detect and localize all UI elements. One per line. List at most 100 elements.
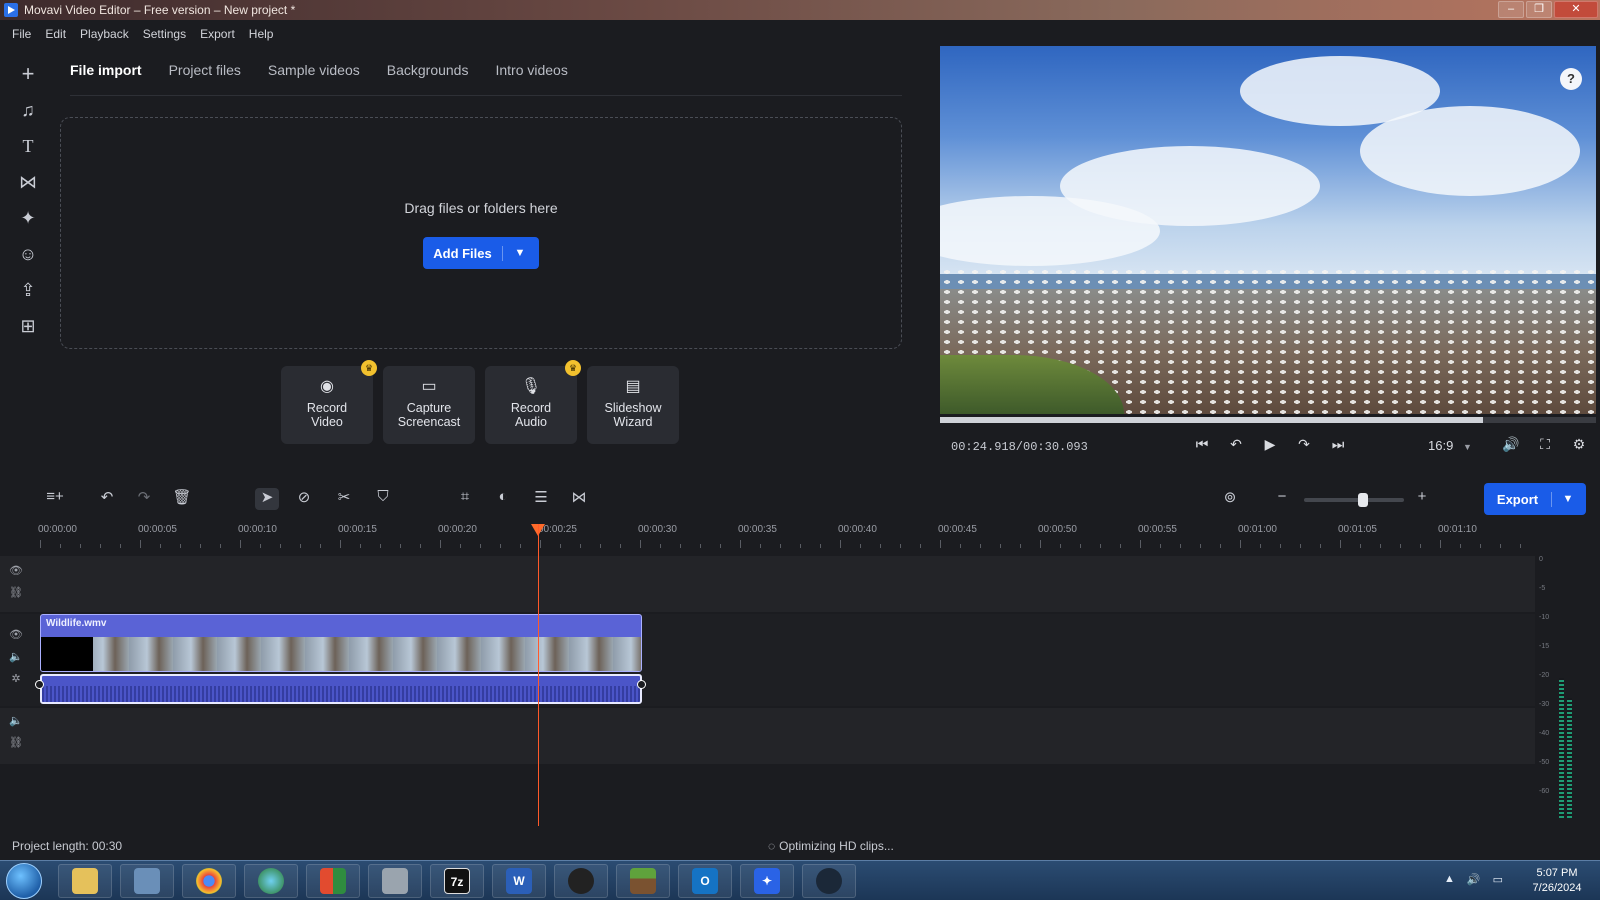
taskbar-computer[interactable] xyxy=(120,864,174,898)
taskbar-obs[interactable] xyxy=(554,864,608,898)
menu-help[interactable]: Help xyxy=(249,27,274,41)
magic-wand-icon[interactable]: ✦ xyxy=(10,200,46,236)
clip-trim-handle-right[interactable] xyxy=(636,680,646,689)
plus-icon[interactable]: + xyxy=(10,56,46,92)
video-clip[interactable]: Wildlife.wmv xyxy=(40,614,642,672)
step-back-icon[interactable]: ↶ xyxy=(1219,436,1253,456)
clip-trim-handle-left[interactable] xyxy=(35,680,44,689)
menu-settings[interactable]: Settings xyxy=(143,27,186,41)
menu-file[interactable]: File xyxy=(12,27,31,41)
export-share-icon[interactable]: ⇪ xyxy=(10,272,46,308)
zoom-out-icon[interactable]: − xyxy=(1270,488,1294,510)
ruler-tick-label: 00:00:30 xyxy=(638,524,677,535)
mute-icon[interactable]: ✲ xyxy=(6,672,26,685)
ripple-icon[interactable]: ⊘ xyxy=(292,488,316,510)
clock[interactable]: 5:07 PM 7/26/2024 xyxy=(1522,866,1592,896)
close-button[interactable]: ✕ xyxy=(1554,1,1598,18)
ruler-tick xyxy=(380,544,381,548)
link-icon[interactable]: ⛓ xyxy=(6,736,26,749)
add-track-icon[interactable]: ≡+ xyxy=(43,488,67,510)
chevron-down-icon[interactable]: ▼ xyxy=(503,247,537,259)
aspect-ratio-select[interactable]: 16:9 ▼ xyxy=(1428,438,1472,453)
trash-icon[interactable]: 🗑 xyxy=(170,488,194,510)
step-forward-icon[interactable]: ↷ xyxy=(1287,436,1321,456)
slideshow-wizard-button[interactable]: ▤ Slideshow Wizard xyxy=(587,366,679,444)
minimize-button[interactable]: – xyxy=(1498,1,1524,18)
taskbar-word[interactable]: W xyxy=(492,864,546,898)
start-button[interactable] xyxy=(6,863,42,899)
ruler-tick-label: 00:00:35 xyxy=(738,524,777,535)
eye-icon[interactable]: 👁 xyxy=(6,564,26,577)
more-tools-icon[interactable]: ⊞ xyxy=(10,308,46,344)
tab-intro-videos[interactable]: Intro videos xyxy=(495,62,567,84)
tray-expand-icon[interactable]: ▲ xyxy=(1444,873,1455,886)
text-icon[interactable]: T xyxy=(10,128,46,164)
taskbar-steam[interactable] xyxy=(802,864,856,898)
add-files-button[interactable]: Add Files ▼ xyxy=(423,237,539,269)
menu-export[interactable]: Export xyxy=(200,27,235,41)
color-adjust-icon[interactable]: ◐ xyxy=(491,488,515,510)
link-icon[interactable]: ⛓ xyxy=(6,586,26,599)
volume-icon[interactable]: 🔈 xyxy=(6,714,26,727)
menu-edit[interactable]: Edit xyxy=(45,27,66,41)
video-preview[interactable]: ? xyxy=(940,46,1596,414)
title-bar: Movavi Video Editor – Free version – New… xyxy=(0,0,1600,20)
transition-icon[interactable]: ⋈ xyxy=(10,164,46,200)
audio-clip[interactable] xyxy=(40,674,642,704)
record-audio-button[interactable]: 🎙 Record Audio ♛ xyxy=(485,360,581,444)
skip-end-icon[interactable]: ⏭ xyxy=(1321,436,1355,456)
preview-progress-bar[interactable] xyxy=(940,417,1596,423)
maximize-button[interactable]: ❐ xyxy=(1526,1,1552,18)
sticker-icon[interactable]: ☺ xyxy=(10,236,46,272)
zoom-in-icon[interactable]: + xyxy=(1410,488,1434,510)
taskbar-outlook[interactable]: O xyxy=(678,864,732,898)
timeline-ruler[interactable]: 00:00:00 00:00:05 00:00:10 00:00:15 00:00:20… xyxy=(0,524,1535,548)
chevron-down-icon[interactable]: ▼ xyxy=(1552,493,1584,505)
tab-backgrounds[interactable]: Backgrounds xyxy=(387,62,469,84)
menu-playback[interactable]: Playback xyxy=(80,27,129,41)
taskbar-network[interactable] xyxy=(368,864,422,898)
taskbar-explorer[interactable] xyxy=(58,864,112,898)
volume-icon[interactable]: 🔈 xyxy=(6,650,26,663)
tab-sample-videos[interactable]: Sample videos xyxy=(268,62,360,84)
taskbar-7zip[interactable]: 7z xyxy=(430,864,484,898)
tab-file-import[interactable]: File import xyxy=(70,62,142,84)
select-tool-icon[interactable]: ➤ xyxy=(255,488,279,510)
tab-project-files[interactable]: Project files xyxy=(169,62,241,84)
redo-icon[interactable]: ↷ xyxy=(132,488,156,510)
gear-icon[interactable]: ⚙ xyxy=(1562,436,1596,456)
ruler-tick xyxy=(1360,544,1361,548)
playhead[interactable] xyxy=(538,524,540,826)
undo-icon[interactable]: ↶ xyxy=(95,488,119,510)
taskbar-minecraft[interactable] xyxy=(616,864,670,898)
fullscreen-icon[interactable]: ⛶ xyxy=(1528,436,1562,456)
taskbar-browser[interactable] xyxy=(244,864,298,898)
meter-scale-label: -20 xyxy=(1539,672,1550,679)
zoom-slider-knob[interactable] xyxy=(1358,493,1368,507)
network-tray-icon[interactable]: ▭ xyxy=(1493,873,1503,886)
scissors-icon[interactable]: ✂ xyxy=(332,488,356,510)
crop-icon[interactable]: ⌗ xyxy=(453,488,477,510)
music-note-icon[interactable]: ♫ xyxy=(10,92,46,128)
shield-icon[interactable]: ⛉ xyxy=(371,488,395,510)
sliders-icon[interactable]: ☰ xyxy=(529,488,553,510)
capture-screencast-button[interactable]: ▭ Capture Screencast xyxy=(383,366,475,444)
transition-icon[interactable]: ⋈ xyxy=(567,488,591,510)
file-drop-zone[interactable]: Drag files or folders here Add Files ▼ xyxy=(60,117,902,349)
taskbar-movavi[interactable]: ✦ xyxy=(740,864,794,898)
meter-scale-label: 0 xyxy=(1539,556,1543,563)
record-video-button[interactable]: ◉ Record Video ♛ xyxy=(281,360,377,444)
taskbar-chrome[interactable] xyxy=(182,864,236,898)
question-icon[interactable]: ? xyxy=(1560,68,1582,90)
volume-icon[interactable]: 🔊 xyxy=(1494,436,1528,456)
skip-start-icon[interactable]: ⏮ xyxy=(1185,436,1219,456)
export-button[interactable]: Export ▼ xyxy=(1484,483,1586,515)
marker-icon[interactable]: ⊚ xyxy=(1218,488,1242,510)
zoom-slider[interactable] xyxy=(1304,493,1404,507)
steam-icon xyxy=(816,868,842,894)
eye-icon[interactable]: 👁 xyxy=(6,628,26,641)
speaker-icon[interactable]: 🔊 xyxy=(1467,873,1481,886)
taskbar-office[interactable] xyxy=(306,864,360,898)
play-icon[interactable]: ▶ xyxy=(1253,436,1287,456)
ruler-tick xyxy=(1460,544,1461,548)
